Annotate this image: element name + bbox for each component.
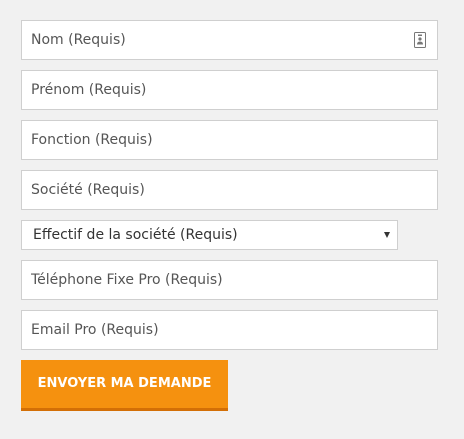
effectif-selected-value: Effectif de la société (Requis) (33, 227, 238, 243)
telephone-field[interactable] (21, 260, 438, 300)
effectif-select[interactable]: Effectif de la société (Requis) (21, 220, 398, 250)
chevron-down-icon (384, 232, 390, 238)
prenom-field[interactable] (21, 70, 438, 110)
submit-button[interactable]: ENVOYER MA DEMANDE (21, 360, 228, 411)
societe-field[interactable] (21, 170, 438, 210)
nom-field[interactable] (21, 20, 438, 60)
fonction-field[interactable] (21, 120, 438, 160)
email-field[interactable] (21, 310, 438, 350)
